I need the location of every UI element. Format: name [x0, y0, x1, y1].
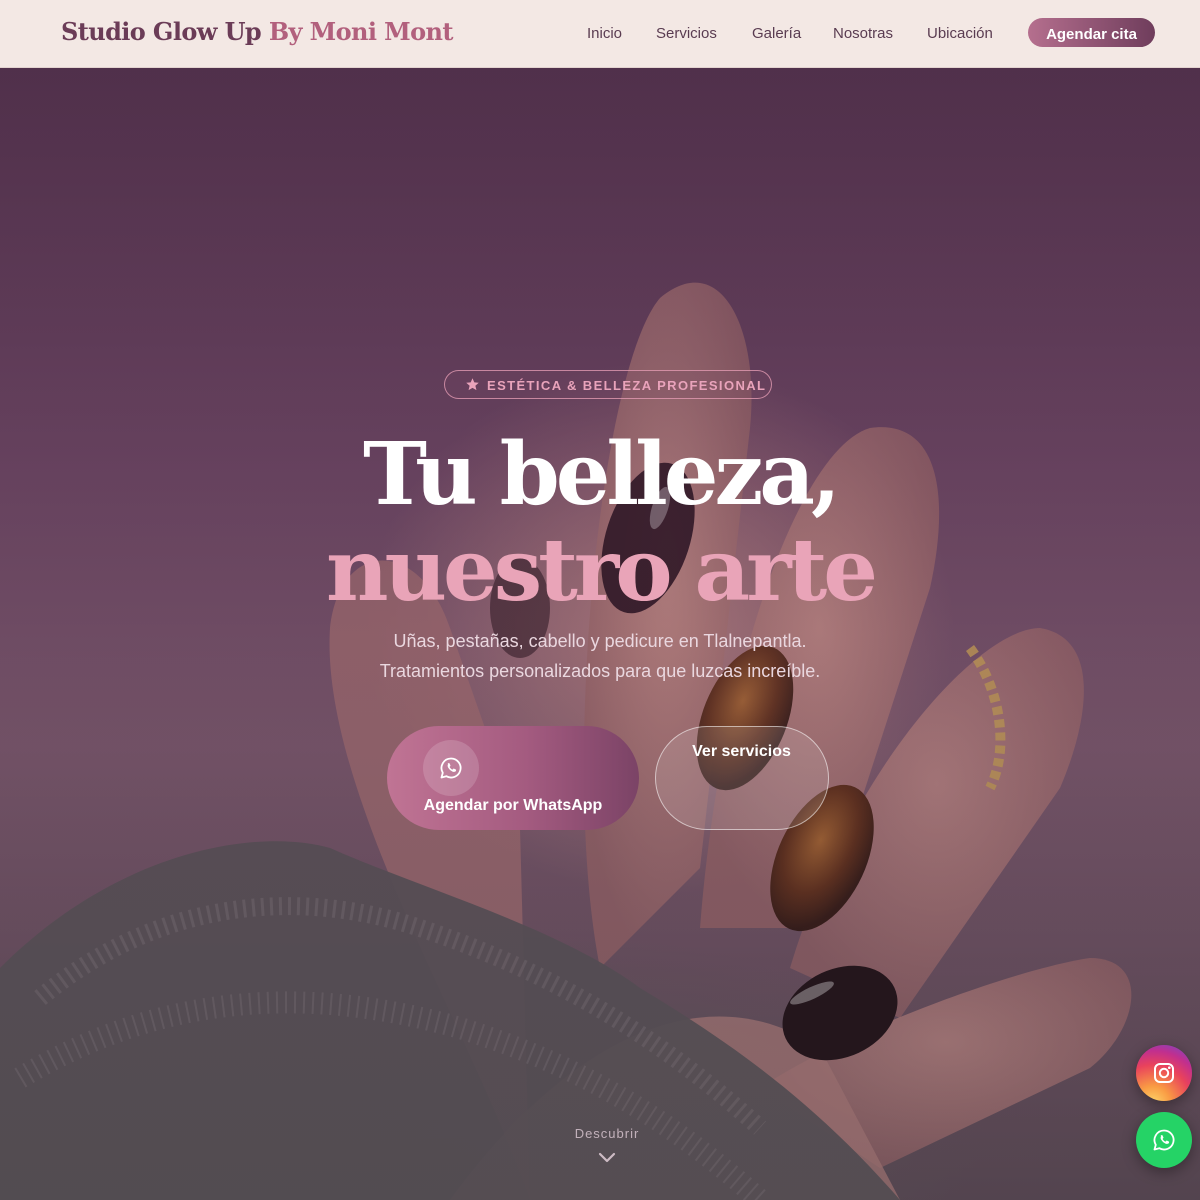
badge-text: ESTÉTICA & BELLEZA PROFESIONAL [487, 378, 767, 393]
nav-link-nosotras[interactable]: Nosotras [833, 25, 893, 42]
whatsapp-icon [440, 757, 462, 779]
category-badge: ESTÉTICA & BELLEZA PROFESIONAL [444, 370, 772, 399]
hero-subtitle-line1: Uñas, pestañas, cabello y pedicure en Tl… [393, 631, 807, 651]
hero-section: ESTÉTICA & BELLEZA PROFESIONAL Tu bellez… [0, 68, 1200, 1200]
hero-headline-line1: Tu belleza, [363, 424, 841, 525]
hero-headline-line2: nuestro arte [326, 520, 878, 621]
brand-logo[interactable]: Studio Glow Up By Moni Mont [61, 17, 453, 46]
hero-subtitle-line2: Tratamientos personalizados para que luz… [379, 661, 821, 681]
nav-link-ubicacion[interactable]: Ubicación [927, 25, 993, 42]
whatsapp-icon [1153, 1129, 1175, 1151]
book-appointment-button[interactable]: Agendar cita [1028, 18, 1155, 47]
nav-link-galeria[interactable]: Galería [752, 25, 801, 42]
book-whatsapp-label: Agendar por WhatsApp [423, 797, 603, 814]
view-services-button[interactable]: Ver servicios [655, 726, 829, 830]
top-navbar: Studio Glow Up By Moni Mont Inicio Servi… [0, 0, 1200, 68]
instagram-float-button[interactable] [1136, 1045, 1192, 1101]
brand-owner: By Moni Mont [268, 17, 454, 46]
star-icon [466, 378, 479, 391]
brand-name: Studio Glow Up [61, 17, 262, 46]
instagram-icon [1154, 1063, 1174, 1083]
scroll-hint-text: Descubrir [574, 1126, 640, 1141]
chevron-down-icon[interactable] [598, 1152, 616, 1164]
nav-link-inicio[interactable]: Inicio [587, 25, 622, 42]
book-whatsapp-button[interactable]: Agendar por WhatsApp [387, 726, 639, 830]
whatsapp-icon-wrapper [423, 740, 479, 796]
view-services-label: Ver servicios [692, 743, 791, 760]
whatsapp-float-button[interactable] [1136, 1112, 1192, 1168]
nav-link-servicios[interactable]: Servicios [656, 25, 717, 42]
